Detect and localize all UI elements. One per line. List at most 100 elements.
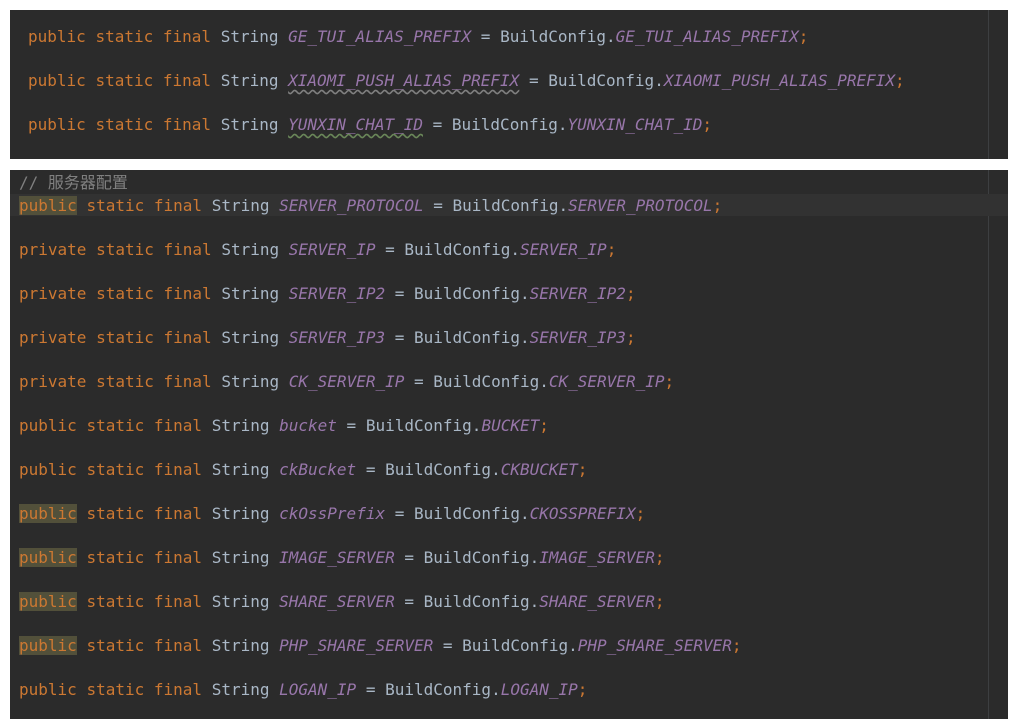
type-name: String: [221, 328, 280, 347]
access-modifier-keyword: private: [19, 240, 87, 259]
assign-operator: =: [471, 27, 501, 46]
class-reference: BuildConfig: [433, 372, 540, 391]
final-keyword: final: [153, 680, 203, 699]
access-modifier-keyword: public: [19, 636, 77, 655]
code-comment: // 服务器配置: [19, 173, 128, 192]
dot-operator: .: [491, 680, 501, 699]
field-name: CK_SERVER_IP: [288, 372, 405, 391]
code-line[interactable]: public static final String PHP_SHARE_SER…: [19, 635, 742, 657]
semicolon: ;: [625, 284, 636, 303]
field-name: LOGAN_IP: [279, 680, 357, 699]
buildconfig-field: YUNXIN_CHAT_ID: [567, 115, 703, 134]
class-reference: BuildConfig: [423, 592, 530, 611]
assign-operator: =: [385, 284, 414, 303]
field-name: ckOssPrefix: [279, 504, 386, 523]
code-panel-bottom[interactable]: // 服务器配置 public static final String SERV…: [10, 170, 1008, 719]
class-reference: BuildConfig: [500, 27, 607, 46]
final-keyword: final: [162, 71, 212, 90]
semicolon: ;: [654, 592, 665, 611]
final-keyword: final: [153, 416, 203, 435]
type-name: String: [211, 460, 270, 479]
buildconfig-field: XIAOMI_PUSH_ALIAS_PREFIX: [663, 71, 896, 90]
class-reference: BuildConfig: [414, 504, 520, 523]
right-margin-guide: [988, 170, 989, 719]
type-name: String: [221, 240, 280, 259]
access-modifier-keyword: public: [19, 196, 77, 215]
access-modifier-keyword: public: [19, 680, 77, 699]
code-line[interactable]: public static final String YUNXIN_CHAT_I…: [28, 114, 712, 136]
semicolon: ;: [577, 460, 588, 479]
dot-operator: .: [519, 284, 530, 303]
semicolon: ;: [654, 548, 665, 567]
code-line[interactable]: public static final String LOGAN_IP = Bu…: [19, 679, 587, 701]
field-name: XIAOMI_PUSH_ALIAS_PREFIX: [288, 71, 520, 90]
code-line[interactable]: public static final String IMAGE_SERVER …: [19, 547, 664, 569]
buildconfig-field: SERVER_PROTOCOL: [568, 196, 713, 215]
field-name: SERVER_IP: [288, 240, 376, 259]
class-reference: BuildConfig: [414, 328, 520, 347]
type-name: String: [211, 548, 270, 567]
class-reference: BuildConfig: [414, 284, 520, 303]
type-name: String: [220, 27, 279, 46]
type-name: String: [211, 592, 270, 611]
static-keyword: static: [95, 27, 154, 46]
assign-operator: =: [375, 240, 405, 259]
buildconfig-field: LOGAN_IP: [500, 680, 578, 699]
assign-operator: =: [422, 115, 452, 134]
assign-operator: =: [433, 636, 463, 655]
field-name: PHP_SHARE_SERVER: [279, 636, 434, 655]
class-reference: BuildConfig: [365, 416, 472, 435]
code-line[interactable]: private static final String SERVER_IP2 =…: [19, 283, 636, 305]
field-name: IMAGE_SERVER: [279, 548, 395, 567]
field-name: SERVER_PROTOCOL: [279, 196, 424, 215]
access-modifier-keyword: public: [28, 71, 86, 90]
code-line[interactable]: public static final String SERVER_PROTOC…: [19, 195, 722, 217]
field-name: GE_TUI_ALIAS_PREFIX: [288, 27, 472, 46]
type-name: String: [220, 115, 279, 134]
static-keyword: static: [86, 460, 145, 479]
type-name: String: [221, 372, 280, 391]
dot-operator: .: [491, 460, 501, 479]
field-name: bucket: [279, 416, 337, 435]
static-keyword: static: [96, 372, 154, 391]
code-line[interactable]: private static final String SERVER_IP3 =…: [19, 327, 636, 349]
semicolon: ;: [577, 680, 588, 699]
dot-operator: .: [529, 548, 540, 567]
semicolon: ;: [635, 504, 646, 523]
type-name: String: [211, 680, 270, 699]
static-keyword: static: [86, 548, 145, 567]
code-panel-top[interactable]: public static final String GE_TUI_ALIAS_…: [10, 10, 1008, 159]
code-line[interactable]: public static final String GE_TUI_ALIAS_…: [28, 26, 808, 48]
final-keyword: final: [153, 460, 203, 479]
static-keyword: static: [86, 592, 145, 611]
buildconfig-field: CK_SERVER_IP: [548, 372, 665, 391]
static-keyword: static: [96, 328, 154, 347]
dot-operator: .: [529, 592, 540, 611]
code-line[interactable]: private static final String SERVER_IP = …: [19, 239, 616, 261]
final-keyword: final: [153, 592, 203, 611]
field-name: SERVER_IP2: [288, 284, 386, 303]
static-keyword: static: [86, 680, 145, 699]
type-name: String: [211, 636, 270, 655]
type-name: String: [211, 196, 270, 215]
code-line[interactable]: public static final String ckOssPrefix =…: [19, 503, 645, 525]
buildconfig-field: CKOSSPREFIX: [529, 504, 636, 523]
code-line[interactable]: public static final String bucket = Buil…: [19, 415, 549, 437]
class-reference: BuildConfig: [452, 196, 559, 215]
class-reference: BuildConfig: [385, 680, 492, 699]
final-keyword: final: [153, 548, 203, 567]
type-name: String: [220, 71, 279, 90]
field-name: YUNXIN_CHAT_ID: [288, 115, 423, 134]
assign-operator: =: [404, 372, 434, 391]
semicolon: ;: [712, 196, 723, 215]
access-modifier-keyword: public: [19, 592, 77, 611]
code-line[interactable]: public static final String ckBucket = Bu…: [19, 459, 587, 481]
final-keyword: final: [153, 504, 203, 523]
semicolon: ;: [702, 115, 712, 134]
dot-operator: .: [471, 416, 482, 435]
dot-operator: .: [510, 240, 520, 259]
code-line[interactable]: private static final String CK_SERVER_IP…: [19, 371, 674, 393]
code-line[interactable]: public static final String SHARE_SERVER …: [19, 591, 664, 613]
static-keyword: static: [86, 416, 145, 435]
code-line[interactable]: public static final String XIAOMI_PUSH_A…: [28, 70, 905, 92]
